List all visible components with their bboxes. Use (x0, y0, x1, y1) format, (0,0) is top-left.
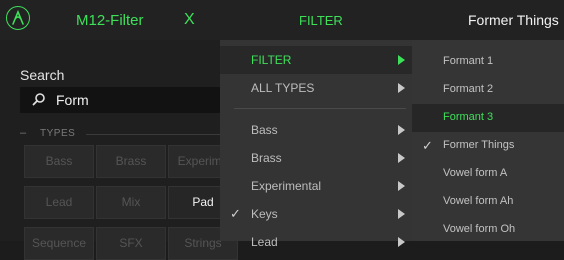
preset-label: Vowel form A (443, 167, 508, 179)
filter-menu-item[interactable]: Lead (220, 228, 412, 256)
submenu-arrow-icon (398, 181, 405, 191)
type-button-lead[interactable]: Lead (24, 186, 94, 219)
menu-separator (234, 108, 406, 109)
search-input[interactable]: Form (20, 87, 220, 113)
filter-menu-item[interactable]: Bass (220, 116, 412, 144)
preset-item[interactable]: ✓ Former Things (412, 132, 564, 160)
preset-header[interactable]: Former Things (412, 0, 564, 40)
types-label: TYPES (40, 128, 76, 139)
types-divider (86, 134, 222, 135)
preset-label: Formant 1 (443, 55, 494, 67)
preset-item[interactable]: Formant 3 (412, 104, 564, 132)
type-button-brass[interactable]: Brass (96, 145, 166, 178)
preset-item[interactable]: Formant 1 (412, 48, 564, 76)
type-button-mix[interactable]: Mix (96, 186, 166, 219)
type-button-sfx[interactable]: SFX (96, 227, 166, 260)
arturia-logo-icon (6, 6, 30, 30)
filter-menu-item[interactable]: Brass (220, 144, 412, 172)
filter-menu-label: Bass (251, 123, 278, 137)
type-button-sequence[interactable]: Sequence (24, 227, 94, 260)
close-button[interactable]: X (184, 11, 195, 29)
filter-header[interactable]: FILTER (220, 0, 412, 40)
filter-menu-label: FILTER (251, 53, 292, 67)
submenu-arrow-icon (398, 153, 405, 163)
filter-title: FILTER (299, 13, 343, 28)
search-value: Form (56, 92, 89, 108)
collapse-icon[interactable]: – (20, 127, 26, 139)
submenu-arrow-icon (398, 83, 405, 93)
filter-menu-item[interactable]: FILTER (220, 46, 412, 74)
preset-item[interactable]: Vowel form Oh (412, 216, 564, 244)
check-icon: ✓ (230, 206, 241, 221)
submenu-arrow-icon (398, 55, 405, 65)
filter-menu-label: Keys (251, 207, 278, 221)
search-icon (32, 93, 45, 106)
type-button-bass[interactable]: Bass (24, 145, 94, 178)
filter-menu-label: Experimental (251, 179, 322, 193)
submenu-arrow-icon (398, 237, 405, 247)
filter-menu-item[interactable]: Experimental (220, 172, 412, 200)
filter-menu-label: ALL TYPES (251, 81, 315, 95)
filter-menu-label: Brass (251, 151, 282, 165)
filter-menu-label: Lead (251, 235, 278, 249)
instrument-name[interactable]: M12-Filter (76, 12, 144, 29)
preset-label: Former Things (443, 139, 515, 151)
filter-menu-item[interactable]: ALL TYPES (220, 74, 412, 102)
filter-menu-item[interactable]: ✓ Keys (220, 200, 412, 228)
preset-item[interactable]: Vowel form Ah (412, 188, 564, 216)
submenu-arrow-icon (398, 209, 405, 219)
preset-label: Formant 2 (443, 83, 494, 95)
preset-label: Vowel form Ah (443, 195, 514, 207)
submenu-arrow-icon (398, 125, 405, 135)
check-icon: ✓ (422, 138, 433, 153)
search-label: Search (20, 67, 65, 83)
preset-label: Formant 3 (443, 111, 494, 123)
preset-item[interactable]: Formant 2 (412, 76, 564, 104)
current-preset-name: Former Things (468, 12, 559, 28)
preset-item[interactable]: Vowel form A (412, 160, 564, 188)
preset-label: Vowel form Oh (443, 223, 516, 235)
